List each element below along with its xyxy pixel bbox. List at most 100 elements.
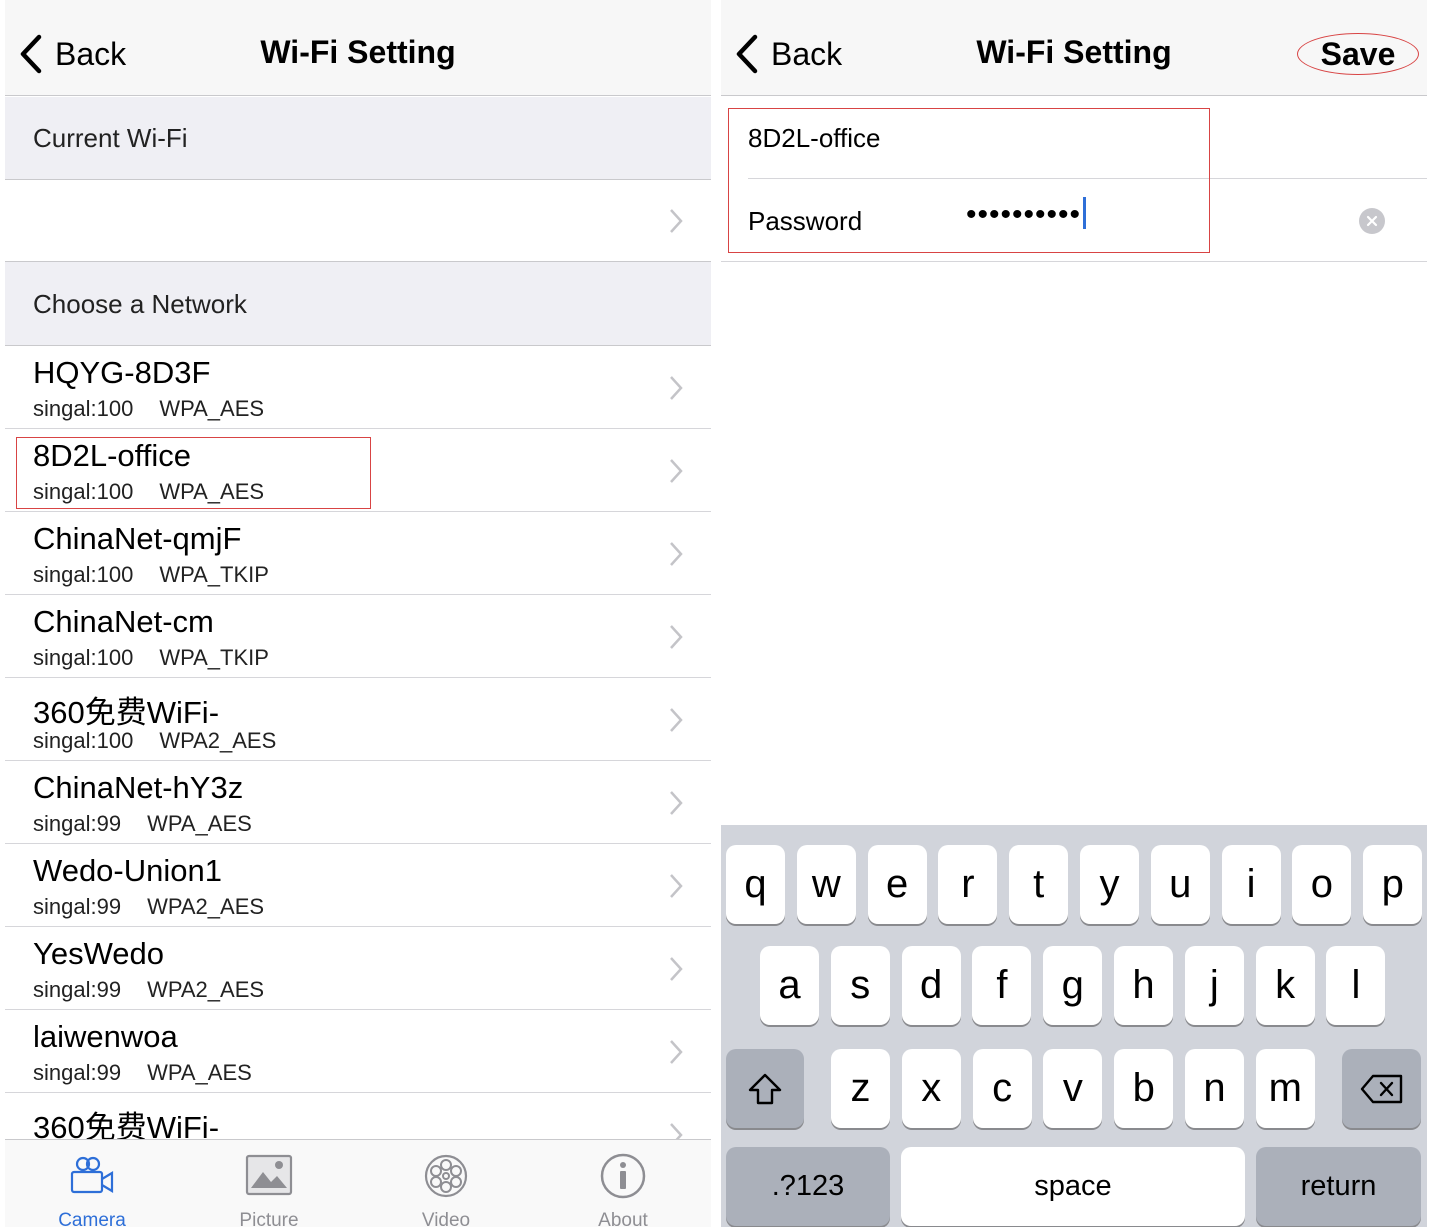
tab-bar: Camera Picture Video About (5, 1139, 711, 1227)
tab-camera-label: Camera (58, 1210, 126, 1227)
letter-key[interactable]: h (1114, 946, 1173, 1025)
chevron-right-icon (670, 376, 683, 400)
letter-key[interactable]: n (1185, 1049, 1244, 1128)
letter-key[interactable]: f (972, 946, 1032, 1025)
network-meta: singal:100 WPA_TKIP (33, 645, 269, 671)
network-row[interactable]: YesWedo singal:99 WPA2_AES (5, 927, 711, 1010)
tab-camera[interactable]: Camera (32, 1152, 152, 1227)
backspace-icon (1360, 1074, 1402, 1103)
tab-picture[interactable]: Picture (209, 1152, 329, 1227)
network-name: 8D2L-office (33, 438, 191, 473)
letter-key[interactable]: y (1080, 845, 1139, 924)
network-signal: singal:99 (33, 1060, 122, 1085)
network-signal: singal:100 (33, 479, 134, 504)
tab-video[interactable]: Video (386, 1152, 506, 1227)
letter-key[interactable]: v (1043, 1049, 1103, 1128)
password-row[interactable]: Password •••••••••• (721, 179, 1427, 262)
save-button[interactable]: Save (1297, 33, 1419, 75)
text-caret (1083, 197, 1087, 229)
network-signal: singal:100 (33, 396, 134, 421)
letter-key[interactable]: k (1255, 946, 1315, 1025)
network-security: WPA_TKIP (159, 645, 269, 670)
network-name: Wedo-Union1 (33, 853, 222, 888)
keyboard: .?123 space return qwertyuiop asdfghjkl zx… (721, 825, 1427, 1227)
ssid-row: 8D2L-office (721, 96, 1427, 179)
letter-key[interactable]: r (938, 845, 998, 924)
current-wifi-row[interactable] (5, 180, 711, 262)
network-meta: singal:99 WPA_AES (33, 1060, 252, 1086)
network-row[interactable]: 8D2L-office singal:100 WPA_AES (5, 429, 711, 512)
letter-key[interactable]: p (1363, 845, 1423, 924)
letter-key[interactable]: s (830, 946, 890, 1025)
letter-key[interactable]: b (1114, 1049, 1174, 1128)
network-meta: singal:99 WPA2_AES (33, 977, 264, 1003)
letter-key[interactable]: j (1184, 946, 1244, 1025)
password-dots: •••••••••• (966, 198, 1082, 231)
network-row[interactable]: Wedo-Union1 singal:99 WPA2_AES (5, 844, 711, 927)
letter-key[interactable]: t (1009, 845, 1069, 924)
chevron-right-icon (670, 459, 683, 483)
letter-key[interactable]: z (831, 1049, 890, 1128)
network-name: HQYG-8D3F (33, 355, 211, 390)
space-key[interactable]: space (901, 1147, 1245, 1226)
chevron-right-icon (670, 209, 683, 233)
space-key-label: space (1034, 1170, 1112, 1202)
shift-key[interactable] (726, 1049, 804, 1128)
network-signal: singal:99 (33, 894, 122, 919)
letter-key[interactable]: l (1326, 946, 1386, 1025)
network-security: WPA2_AES (147, 894, 265, 919)
letter-key[interactable]: w (796, 845, 856, 924)
choose-network-header: Choose a Network (5, 262, 711, 346)
letter-key[interactable]: u (1150, 845, 1210, 924)
camera-icon (70, 1156, 114, 1194)
save-label: Save (1320, 35, 1396, 72)
network-name: YesWedo (33, 936, 164, 971)
network-security: WPA_TKIP (159, 562, 269, 587)
wifi-list-screen: Back Wi-Fi Setting Current Wi-Fi Choose … (5, 0, 711, 1227)
letter-key[interactable]: i (1221, 845, 1281, 924)
network-row[interactable]: HQYG-8D3F singal:100 WPA_AES (5, 346, 711, 429)
close-icon (1366, 215, 1378, 227)
letter-key[interactable]: d (901, 946, 961, 1025)
network-security: WPA_AES (159, 479, 265, 504)
tab-about-label: About (598, 1210, 648, 1227)
password-input[interactable]: •••••••••• (966, 197, 1087, 232)
network-security: WPA2_AES (159, 728, 277, 753)
chevron-right-icon (670, 874, 683, 898)
tab-video-label: Video (421, 1210, 471, 1227)
network-signal: singal:100 (33, 728, 134, 753)
letter-key[interactable]: g (1043, 946, 1103, 1025)
network-security: WPA_AES (147, 811, 252, 836)
password-label: Password (748, 206, 863, 236)
network-meta: singal:99 WPA_AES (33, 811, 252, 837)
network-row[interactable]: laiwenwoa singal:99 WPA_AES (5, 1010, 711, 1093)
letter-key[interactable]: o (1292, 845, 1352, 924)
nav-bar: Back Wi-Fi Setting Save (721, 0, 1427, 96)
network-name: laiwenwoa (33, 1019, 178, 1054)
letter-key[interactable]: a (760, 946, 819, 1025)
return-key[interactable]: return (1256, 1147, 1421, 1226)
numbers-key-label: .?123 (771, 1170, 845, 1202)
chevron-right-icon (670, 1040, 683, 1064)
network-row[interactable]: ChinaNet-qmjF singal:100 WPA_TKIP (5, 512, 711, 595)
network-security: WPA_AES (147, 1060, 252, 1085)
letter-key[interactable]: q (726, 845, 785, 924)
nav-bar: Back Wi-Fi Setting (5, 0, 711, 96)
letter-key[interactable]: x (901, 1049, 961, 1128)
network-row[interactable]: 360免费WiFi-singal:100 WPA2_AES (5, 678, 711, 761)
letter-key[interactable]: m (1255, 1049, 1315, 1128)
network-signal: singal:100 (33, 562, 134, 587)
network-row[interactable]: ChinaNet-cm singal:100 WPA_TKIP (5, 595, 711, 678)
network-row[interactable]: ChinaNet-hY3z singal:99 WPA_AES (5, 761, 711, 844)
network-signal: singal:99 (33, 977, 122, 1002)
page-title: Wi-Fi Setting (260, 34, 456, 70)
letter-key[interactable]: c (972, 1049, 1032, 1128)
wifi-password-screen: Back Wi-Fi Setting Save 8D2L-office Pass… (721, 0, 1427, 1227)
letter-key[interactable]: e (867, 845, 927, 924)
chevron-right-icon (670, 791, 683, 815)
clear-input-button[interactable] (1359, 208, 1385, 234)
numbers-key[interactable]: .?123 (726, 1147, 890, 1226)
backspace-key[interactable] (1342, 1049, 1421, 1128)
network-signal: singal:99 (33, 811, 122, 836)
tab-about[interactable]: About (563, 1152, 683, 1227)
